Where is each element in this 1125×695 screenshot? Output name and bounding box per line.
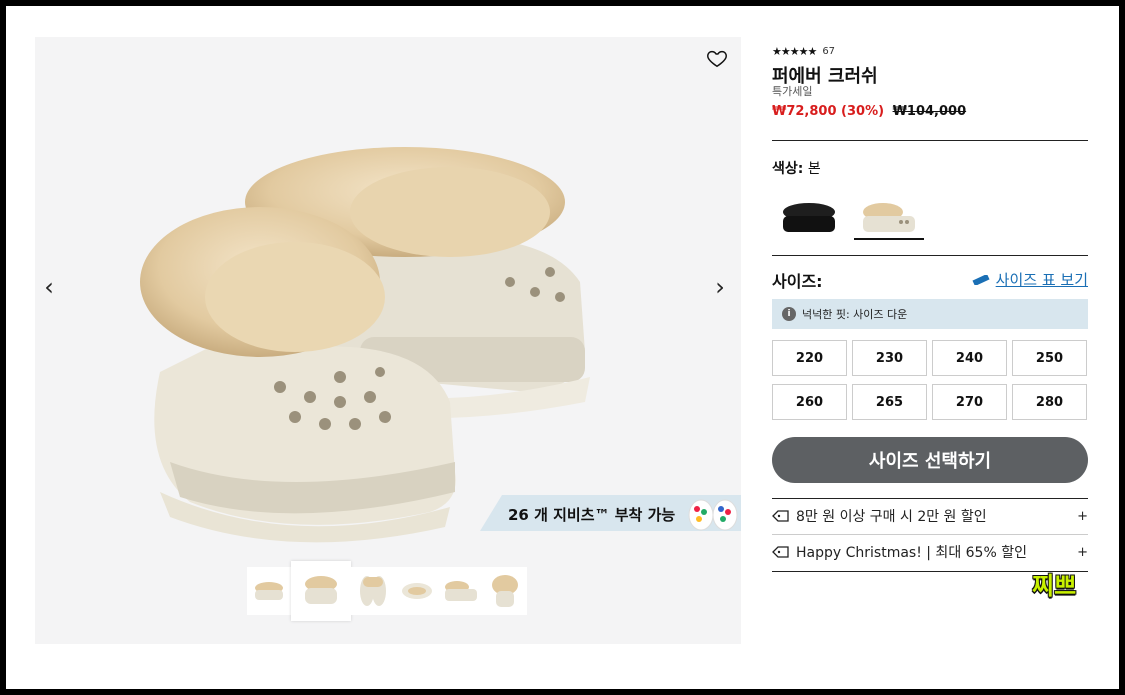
expand-icon[interactable]: + [1077,509,1088,524]
size-option-250[interactable]: 250 [1012,340,1087,376]
sale-price: ₩72,800 (30%) [772,104,885,119]
size-grid: 220 230 240 250 260 265 270 280 [772,340,1088,420]
size-option-270[interactable]: 270 [932,384,1007,420]
thumbnail[interactable] [395,567,439,615]
fit-note: i 넉넉한 핏: 사이즈 다운 [772,299,1088,329]
thumbnail[interactable] [247,567,291,615]
product-subtitle: 특가세일 [772,85,813,98]
rating-count: 67 [822,46,836,57]
heart-icon[interactable] [706,47,728,69]
star-rating-icon: ★★★★★ [772,45,817,58]
promo-text: Happy Christmas! | 최대 65% 할인 [796,545,1027,561]
promo-item[interactable]: Happy Christmas! | 최대 65% 할인 + [772,535,1088,569]
thumbnail-strip [247,561,527,621]
expand-icon[interactable]: + [1077,545,1088,560]
size-chart-link[interactable]: 사이즈 표 보기 [972,269,1088,290]
size-chart-label: 사이즈 표 보기 [995,271,1088,289]
size-option-265[interactable]: 265 [852,384,927,420]
promo-text: 8만 원 이상 구매 시 2만 원 할인 [796,509,987,525]
fit-note-text: 넉넉한 핏: 사이즈 다운 [802,308,908,321]
original-price: ₩104,000 [892,104,967,119]
promo-item[interactable]: 8만 원 이상 구매 시 2만 원 할인 + [772,499,1088,533]
chevron-right-icon[interactable]: › [710,275,730,299]
tag-icon [772,546,789,558]
select-size-button[interactable]: 사이즈 선택하기 [772,437,1088,483]
size-option-230[interactable]: 230 [852,340,927,376]
swatch-black[interactable] [774,196,844,238]
jibbitz-text: 26 개 지비츠™ 부착 가능 [508,506,676,524]
tag-icon [772,510,789,522]
info-icon: i [782,307,796,321]
size-option-240[interactable]: 240 [932,340,1007,376]
color-value: 본 [807,161,821,177]
thumbnail-active[interactable] [291,561,351,621]
size-option-280[interactable]: 280 [1012,384,1087,420]
watermark-text: 찌쁘 [1032,572,1077,600]
rating[interactable]: ★★★★★ 67 [772,45,835,58]
divider [772,255,1088,256]
price-row: ₩72,800 (30%) ₩104,000 [772,104,966,119]
thumbnail[interactable] [439,567,483,615]
thumbnail[interactable] [351,567,395,615]
color-label: 색상: 본 [772,161,821,177]
ruler-icon [972,274,990,285]
divider [772,140,1088,141]
chevron-left-icon[interactable]: ‹ [39,275,59,299]
size-label: 사이즈: [772,272,823,291]
thumbnail[interactable] [483,567,527,615]
size-option-260[interactable]: 260 [772,384,847,420]
jibbitz-icon [688,499,738,531]
product-gallery: ‹ › 26 개 지비츠™ 부착 가능 [35,37,741,644]
product-image [140,147,590,543]
size-option-220[interactable]: 220 [772,340,847,376]
swatch-bone[interactable] [854,196,924,240]
